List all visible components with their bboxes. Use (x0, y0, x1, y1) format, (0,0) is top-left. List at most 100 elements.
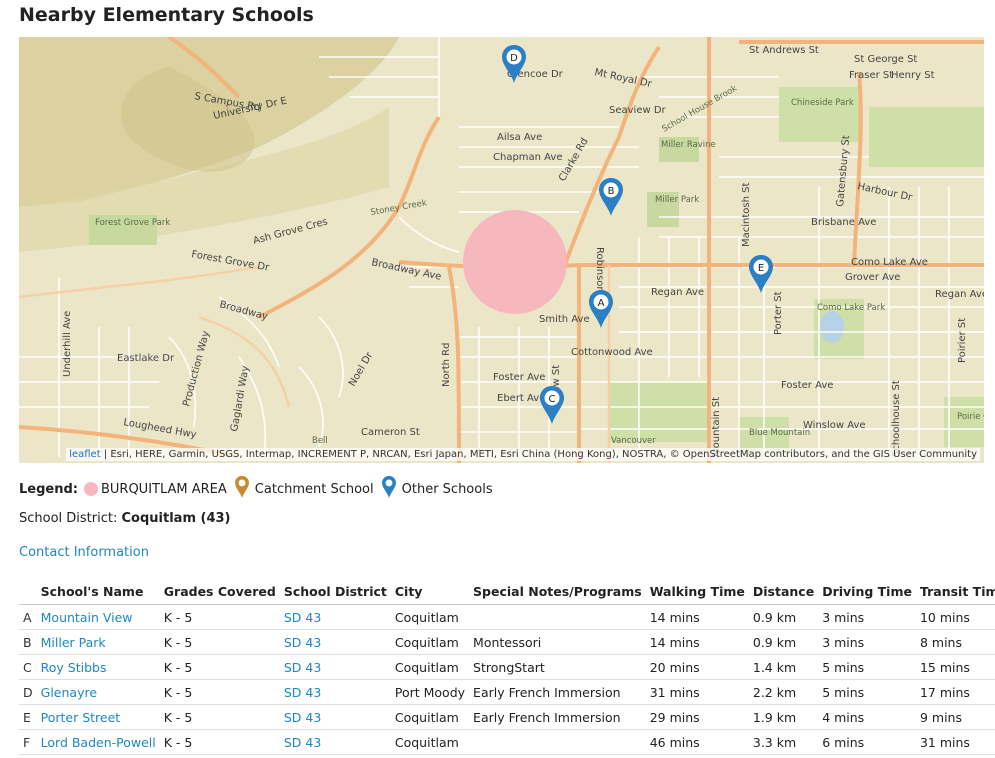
col-transit: Transit Time (915, 579, 995, 605)
svg-text:Regan Ave: Regan Ave (651, 287, 704, 298)
svg-text:Ailsa Ave: Ailsa Ave (497, 132, 542, 143)
school-map[interactable]: S Campus Rd University Dr E Glencoe Dr M… (19, 37, 984, 463)
district-link[interactable]: SD 43 (284, 735, 321, 750)
driving-cell: 4 mins (818, 704, 916, 730)
svg-text:St Andrews St: St Andrews St (749, 45, 819, 56)
city-cell: Coquitlam (390, 654, 470, 680)
col-letter (19, 579, 37, 605)
table-row: A Mountain View K - 5 SD 43 Coquitlam 14… (19, 604, 995, 630)
row-letter: B (19, 629, 37, 655)
svg-text:Miller Ravine: Miller Ravine (661, 140, 716, 150)
notes-cell (469, 729, 646, 755)
school-name-link[interactable]: Mountain View (41, 610, 133, 625)
svg-text:C: C (549, 394, 556, 405)
other-school-pin-icon (381, 476, 396, 502)
transit-cell: 10 mins (915, 604, 995, 630)
district-link[interactable]: SD 43 (284, 685, 321, 700)
svg-text:Seaview Dr: Seaview Dr (609, 105, 667, 116)
map-legend: Legend: BURQUITLAM AREA Catchment School… (19, 476, 493, 502)
distance-cell: 2.2 km (748, 679, 819, 705)
row-letter: D (19, 679, 37, 705)
distance-cell: 0.9 km (748, 629, 819, 655)
svg-text:St George St: St George St (854, 54, 917, 65)
svg-text:Smith Ave: Smith Ave (539, 314, 590, 325)
distance-cell: 0.9 km (748, 604, 819, 630)
school-name-link[interactable]: Glenayre (41, 685, 97, 700)
col-city: City (390, 579, 470, 605)
svg-text:Brisbane Ave: Brisbane Ave (811, 217, 876, 228)
walking-cell: 14 mins (645, 629, 749, 655)
schools-table: School's Name Grades Covered School Dist… (19, 579, 995, 755)
notes-cell: Early French Immersion (469, 704, 646, 730)
table-row: D Glenayre K - 5 SD 43 Port Moody Early … (19, 679, 995, 705)
grades-cell: K - 5 (159, 629, 280, 655)
other-legend-label: Other Schools (401, 481, 493, 497)
svg-text:Cameron St: Cameron St (361, 427, 420, 438)
svg-text:Ebert Ave: Ebert Ave (497, 393, 545, 404)
legend-label: Legend: (19, 481, 78, 497)
grades-cell: K - 5 (159, 729, 280, 755)
catchment-legend-label: Catchment School (254, 481, 374, 497)
col-distance: Distance (748, 579, 819, 605)
distance-cell: 1.9 km (748, 704, 819, 730)
driving-cell: 5 mins (818, 679, 916, 705)
city-cell: Port Moody (390, 679, 470, 705)
svg-text:E: E (758, 263, 764, 274)
table-row: E Porter Street K - 5 SD 43 Coquitlam Ea… (19, 704, 995, 730)
svg-text:Bell: Bell (312, 436, 328, 446)
school-name-link[interactable]: Lord Baden-Powell (41, 735, 156, 750)
col-notes: Special Notes/Programs (469, 579, 646, 605)
attribution-text: | Esri, HERE, Garmin, USGS, Intermap, IN… (103, 449, 977, 460)
svg-text:Eastlake Dr: Eastlake Dr (117, 353, 175, 364)
svg-text:Blue Mountain: Blue Mountain (749, 428, 810, 438)
svg-text:Fraser St: Fraser St (849, 70, 893, 81)
school-name-link[interactable]: Roy Stibbs (41, 660, 107, 675)
district-link[interactable]: SD 43 (284, 660, 321, 675)
district-value: Coquitlam (43) (121, 511, 231, 526)
svg-text:Underhill Ave: Underhill Ave (62, 311, 73, 377)
svg-text:Miller Park: Miller Park (655, 195, 699, 205)
city-cell: Coquitlam (390, 629, 470, 655)
walking-cell: 14 mins (645, 604, 749, 630)
district-link[interactable]: SD 43 (284, 635, 321, 650)
col-school-name: School's Name (36, 579, 160, 605)
grades-cell: K - 5 (159, 654, 280, 680)
table-row: C Roy Stibbs K - 5 SD 43 Coquitlam Stron… (19, 654, 995, 680)
school-district: School District: Coquitlam (43) (19, 511, 231, 526)
school-name-link[interactable]: Miller Park (41, 635, 106, 650)
svg-text:Chapman Ave: Chapman Ave (493, 152, 563, 163)
district-link[interactable]: SD 43 (284, 710, 321, 725)
grades-cell: K - 5 (159, 679, 280, 705)
transit-cell: 31 mins (915, 729, 995, 755)
svg-text:A: A (598, 298, 605, 309)
svg-text:Schoolhouse St: Schoolhouse St (891, 380, 902, 457)
city-cell: Coquitlam (390, 704, 470, 730)
row-letter: C (19, 654, 37, 680)
grades-cell: K - 5 (159, 704, 280, 730)
city-cell: Coquitlam (390, 729, 470, 755)
district-label: School District: (19, 511, 118, 526)
notes-cell (469, 604, 646, 630)
contact-information-link[interactable]: Contact Information (19, 545, 149, 560)
row-letter: F (19, 729, 37, 755)
transit-cell: 9 mins (915, 704, 995, 730)
distance-cell: 1.4 km (748, 654, 819, 680)
leaflet-link[interactable]: leaflet (69, 449, 100, 460)
driving-cell: 6 mins (818, 729, 916, 755)
svg-text:Foster Ave: Foster Ave (781, 380, 833, 391)
burquitlam-area-circle (463, 210, 567, 314)
svg-text:Cottonwood Ave: Cottonwood Ave (571, 347, 653, 358)
school-name-link[interactable]: Porter Street (41, 710, 121, 725)
map-tiles: S Campus Rd University Dr E Glencoe Dr M… (19, 37, 984, 463)
district-link[interactable]: SD 43 (284, 610, 321, 625)
grades-cell: K - 5 (159, 604, 280, 630)
catchment-pin-icon (234, 476, 249, 502)
svg-text:Poirie Comp: Poirie Comp (957, 412, 984, 422)
walking-cell: 20 mins (645, 654, 749, 680)
svg-text:B: B (608, 186, 615, 197)
svg-text:Foster Ave: Foster Ave (493, 372, 545, 383)
svg-text:Macintosh St: Macintosh St (741, 183, 752, 247)
svg-text:North Rd: North Rd (441, 343, 452, 387)
col-driving: Driving Time (818, 579, 916, 605)
driving-cell: 3 mins (818, 604, 916, 630)
